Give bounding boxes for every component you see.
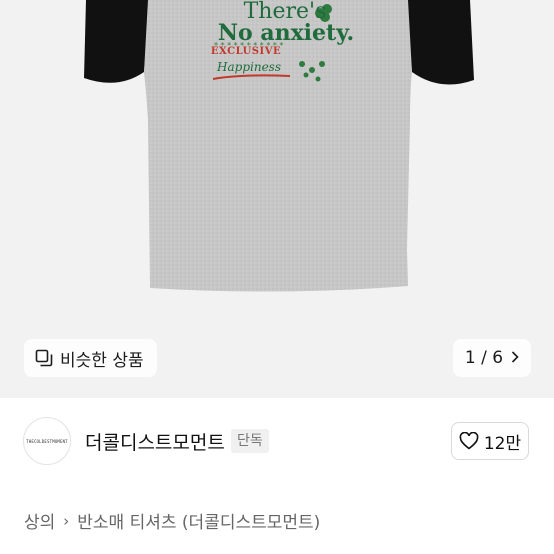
breadcrumb: 상의 › 반소매 티셔츠 (더콜디스트모먼트) <box>24 508 320 534</box>
similar-items-icon <box>35 349 53 367</box>
chevron-right-icon <box>511 349 519 367</box>
product-image-gallery[interactable]: * * * * * * * * * * * There's No anxiety… <box>0 0 554 398</box>
seller-row: THECOLDESTMOMENT 더콜디스트모먼트 단독 12만 <box>0 412 554 472</box>
image-counter-text: 1 / 6 <box>464 348 504 368</box>
heart-icon <box>459 432 479 450</box>
similar-products-label: 비슷한 상품 <box>60 350 144 371</box>
breadcrumb-item-category[interactable]: 상의 <box>24 508 55 533</box>
print-line-3: EXCLUSIVE <box>210 46 282 57</box>
print-line-2: No anxiety. <box>217 20 355 46</box>
brand-avatar[interactable]: THECOLDESTMOMENT <box>23 417 71 465</box>
like-button[interactable]: 12만 <box>451 422 529 460</box>
similar-products-button[interactable]: 비슷한 상품 <box>24 339 157 377</box>
brand-name-link[interactable]: 더콜디스트모먼트 <box>85 428 225 455</box>
exclusive-badge: 단독 <box>231 429 269 453</box>
breadcrumb-item-subcategory[interactable]: 반소매 티셔츠 (더콜디스트모먼트) <box>77 508 320 533</box>
like-count: 12만 <box>483 433 522 454</box>
breadcrumb-separator-icon: › <box>63 511 70 530</box>
print-line-4: Happiness <box>217 60 281 74</box>
brand-logo-text: THECOLDESTMOMENT <box>26 438 68 444</box>
product-title-partial <box>24 540 444 554</box>
image-counter[interactable]: 1 / 6 <box>453 339 531 377</box>
